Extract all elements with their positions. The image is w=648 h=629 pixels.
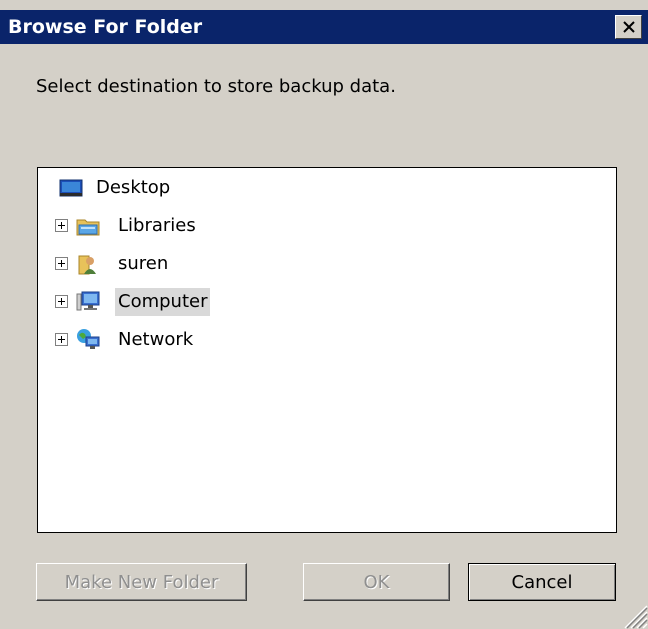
tree-item-user[interactable]: suren <box>38 249 338 279</box>
user-folder-icon <box>78 255 96 275</box>
expand-toggle[interactable] <box>55 219 68 232</box>
dialog-description: Select destination to store backup data. <box>36 76 396 97</box>
tree-item-label: Desktop <box>96 177 171 198</box>
computer-icon <box>76 291 100 311</box>
resize-grip-icon[interactable] <box>620 600 648 629</box>
cancel-button[interactable]: Cancel <box>468 563 616 601</box>
tree-item-desktop[interactable]: Desktop <box>38 173 338 203</box>
tree-item-label: suren <box>118 253 169 274</box>
make-new-folder-button[interactable]: Make New Folder <box>36 563 247 601</box>
ok-button[interactable]: OK <box>303 563 450 601</box>
title-bar[interactable]: Browse For Folder <box>0 10 648 44</box>
tree-item-computer[interactable]: Computer <box>38 287 338 317</box>
network-icon <box>77 329 100 349</box>
expand-toggle[interactable] <box>55 257 68 270</box>
desktop-icon <box>59 179 83 197</box>
libraries-folder-icon <box>76 219 100 236</box>
window-title: Browse For Folder <box>8 16 203 38</box>
expand-toggle[interactable] <box>55 333 68 346</box>
tree-item-libraries[interactable]: Libraries <box>38 211 338 241</box>
tree-item-label: Network <box>118 329 194 350</box>
tree-item-label: Libraries <box>118 215 196 236</box>
close-icon <box>622 20 635 33</box>
tree-item-label: Computer <box>115 288 211 316</box>
folder-tree[interactable]: Desktop Libraries suren Computer Network <box>37 167 617 533</box>
expand-toggle[interactable] <box>55 295 68 308</box>
close-button[interactable] <box>615 15 642 39</box>
tree-item-network[interactable]: Network <box>38 325 338 355</box>
